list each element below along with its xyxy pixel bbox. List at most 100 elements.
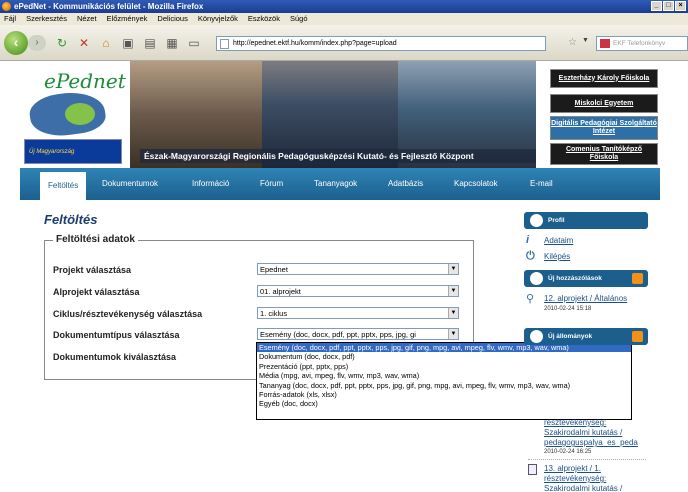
institution-link-me[interactable]: Miskolci Egyetem xyxy=(550,94,658,113)
menu-help[interactable]: Súgó xyxy=(290,13,308,25)
menu-bookmarks[interactable]: Könyvjelzők xyxy=(198,13,238,25)
institution-link-ctf[interactable]: Comenius Tanítóképző Főiskola xyxy=(550,143,658,165)
logo-area[interactable]: ePednet Új Magyarország xyxy=(20,61,130,168)
rss-icon[interactable] xyxy=(632,331,643,342)
project-label: Projekt választása xyxy=(53,265,132,275)
profile-header: Profil xyxy=(524,212,648,229)
institution-link-dpsz[interactable]: Digitális Pedagógiai Szolgáltató Intézet xyxy=(550,116,658,140)
nav-forum[interactable]: Fórum xyxy=(260,168,283,200)
menu-view[interactable]: Nézet xyxy=(77,13,97,25)
home-icon[interactable]: ⌂ xyxy=(98,35,114,51)
navigation-toolbar: ‹ › ↻ ✕ ⌂ ▣ ▤ ▦ ▭ http://epednet.ektf.hu… xyxy=(0,25,688,61)
chevron-down-icon[interactable]: ▼ xyxy=(448,286,458,296)
subproject-select-value: 01. alprojekt xyxy=(260,287,301,296)
subproject-label: Alprojekt választása xyxy=(53,287,140,297)
nav-informacio[interactable]: Információ xyxy=(192,168,229,200)
save-icon[interactable]: ▣ xyxy=(120,35,136,51)
bookmark-icon[interactable]: ▤ xyxy=(142,35,158,51)
nav-dokumentumok[interactable]: Dokumentumok xyxy=(102,168,158,200)
user-icon xyxy=(530,214,543,227)
cycle-select-value: 1. ciklus xyxy=(260,309,288,318)
power-icon: ⏻ xyxy=(526,250,535,262)
search-placeholder: EKF Telefonkönyv xyxy=(613,40,666,47)
search-engine-icon[interactable] xyxy=(600,39,610,48)
search-input[interactable]: EKF Telefonkönyv xyxy=(596,36,688,51)
uj-magyarorszag-logo: Új Magyarország xyxy=(24,139,122,164)
file-link-line[interactable]: Szakirodalmi kutatás / xyxy=(544,428,622,437)
comment-date: 2010-02-24 15:18 xyxy=(544,306,592,312)
new-files-header: Új állományok xyxy=(524,328,648,345)
menu-bar: Fájl Szerkesztés Nézet Előzmények Delici… xyxy=(0,13,688,25)
menu-tools[interactable]: Eszközök xyxy=(248,13,280,25)
nav-tananyagok[interactable]: Tananyagok xyxy=(314,168,357,200)
doctype-select-value: Esemény (doc, docx, pdf, ppt, pptx, pps,… xyxy=(260,330,416,339)
reload-icon[interactable]: ↻ xyxy=(54,35,70,51)
doctype-select[interactable]: Esemény (doc, docx, pdf, ppt, pptx, pps,… xyxy=(257,328,459,340)
nav-email[interactable]: E-mail xyxy=(530,168,553,200)
menu-history[interactable]: Előzmények xyxy=(107,13,148,25)
doctype-label: Dokumentumtípus választása xyxy=(53,330,180,340)
url-bar[interactable]: http://epednet.ektf.hu/komm/index.php?pa… xyxy=(216,36,546,51)
file-link-line[interactable]: résztevékenység: xyxy=(544,418,606,427)
new-comments-label: Új hozzászólások xyxy=(548,275,602,282)
file-link-line[interactable]: pedagoguspalya_es_peda xyxy=(544,438,638,447)
documents-label: Dokumentumok kiválasztása xyxy=(53,352,177,362)
nav-adatbazis[interactable]: Adatbázis xyxy=(388,168,423,200)
page-icon xyxy=(220,39,229,49)
info-icon: i xyxy=(526,234,530,246)
site-banner: ePednet Új Magyarország Észak-Magyarorsz… xyxy=(20,61,660,168)
region-map-highlight-icon xyxy=(65,103,95,125)
print-icon[interactable]: ▦ xyxy=(164,35,180,51)
minimize-icon[interactable]: _ xyxy=(651,1,662,11)
right-sidebar: Profil i Adataim ⏻ Kilépés Új hozzászólá… xyxy=(518,212,652,492)
file-link-line[interactable]: 13. alprojekt / 1. xyxy=(544,464,601,473)
comment-icon xyxy=(530,272,543,285)
stop-icon[interactable]: ✕ xyxy=(76,35,92,51)
tab-icon[interactable]: ▭ xyxy=(186,35,202,51)
file-date: 2010-02-24 16:25 xyxy=(544,449,592,455)
close-icon[interactable]: × xyxy=(675,1,686,11)
comment-link[interactable]: 12. alprojekt / Általános xyxy=(544,294,627,303)
window-title-bar: ePedNet - Kommunikációs felület - Mozill… xyxy=(0,0,688,13)
firefox-icon xyxy=(2,2,11,11)
file-link-line[interactable]: résztevékenység: xyxy=(544,474,606,483)
rss-icon[interactable] xyxy=(632,273,643,284)
chevron-down-icon[interactable]: ▼ xyxy=(448,329,458,339)
forward-arrow-icon[interactable]: › xyxy=(28,35,46,51)
search-icon: ⚲ xyxy=(526,293,535,305)
maximize-icon[interactable]: □ xyxy=(663,1,674,11)
main-content: Feltöltés Feltöltési adatok Projekt vála… xyxy=(20,200,660,492)
sidebar-divider xyxy=(528,459,646,460)
new-files-label: Új állományok xyxy=(548,333,593,340)
document-icon xyxy=(528,464,537,475)
file-icon xyxy=(530,330,543,343)
cycle-select[interactable]: 1. ciklus ▼ xyxy=(257,307,459,319)
new-comments-header: Új hozzászólások xyxy=(524,270,648,287)
page-title: Feltöltés xyxy=(44,212,98,227)
my-data-link[interactable]: Adataim xyxy=(544,236,573,245)
site-logo: ePednet xyxy=(44,69,126,93)
menu-edit[interactable]: Szerkesztés xyxy=(26,13,67,25)
chevron-down-icon[interactable]: ▼ xyxy=(448,264,458,274)
nav-kapcsolatok[interactable]: Kapcsolatok xyxy=(454,168,498,200)
menu-delicious[interactable]: Delicious xyxy=(157,13,187,25)
menu-file[interactable]: Fájl xyxy=(4,13,16,25)
file-link-line[interactable]: Szakirodalmi kutatás / xyxy=(544,484,622,492)
fieldset-legend: Feltöltési adatok xyxy=(53,234,138,245)
logout-link[interactable]: Kilépés xyxy=(544,252,570,261)
nav-feltoltes[interactable]: Feltöltés xyxy=(40,172,87,200)
window-title: ePedNet - Kommunikációs felület - Mozill… xyxy=(14,2,204,11)
back-arrow-icon[interactable]: ‹ xyxy=(4,31,28,55)
subproject-select[interactable]: 01. alprojekt ▼ xyxy=(257,285,459,297)
star-icon[interactable]: ☆ xyxy=(568,37,577,48)
cycle-label: Ciklus/résztevékenység választása xyxy=(53,309,203,319)
banner-caption: Észak-Magyarországi Regionális Pedagógus… xyxy=(140,149,536,163)
chevron-down-icon[interactable]: ▼ xyxy=(448,308,458,318)
browser-window: ePedNet - Kommunikációs felület - Mozill… xyxy=(0,0,688,492)
profile-header-label: Profil xyxy=(548,217,565,224)
chevron-down-icon[interactable]: ▼ xyxy=(582,37,589,44)
institution-link-ekf[interactable]: Eszterházy Károly Főiskola xyxy=(550,69,658,88)
project-select-value: Epednet xyxy=(260,265,288,274)
main-navigation: Feltöltés Dokumentumok Információ Fórum … xyxy=(20,168,660,200)
project-select[interactable]: Epednet ▼ xyxy=(257,263,459,275)
